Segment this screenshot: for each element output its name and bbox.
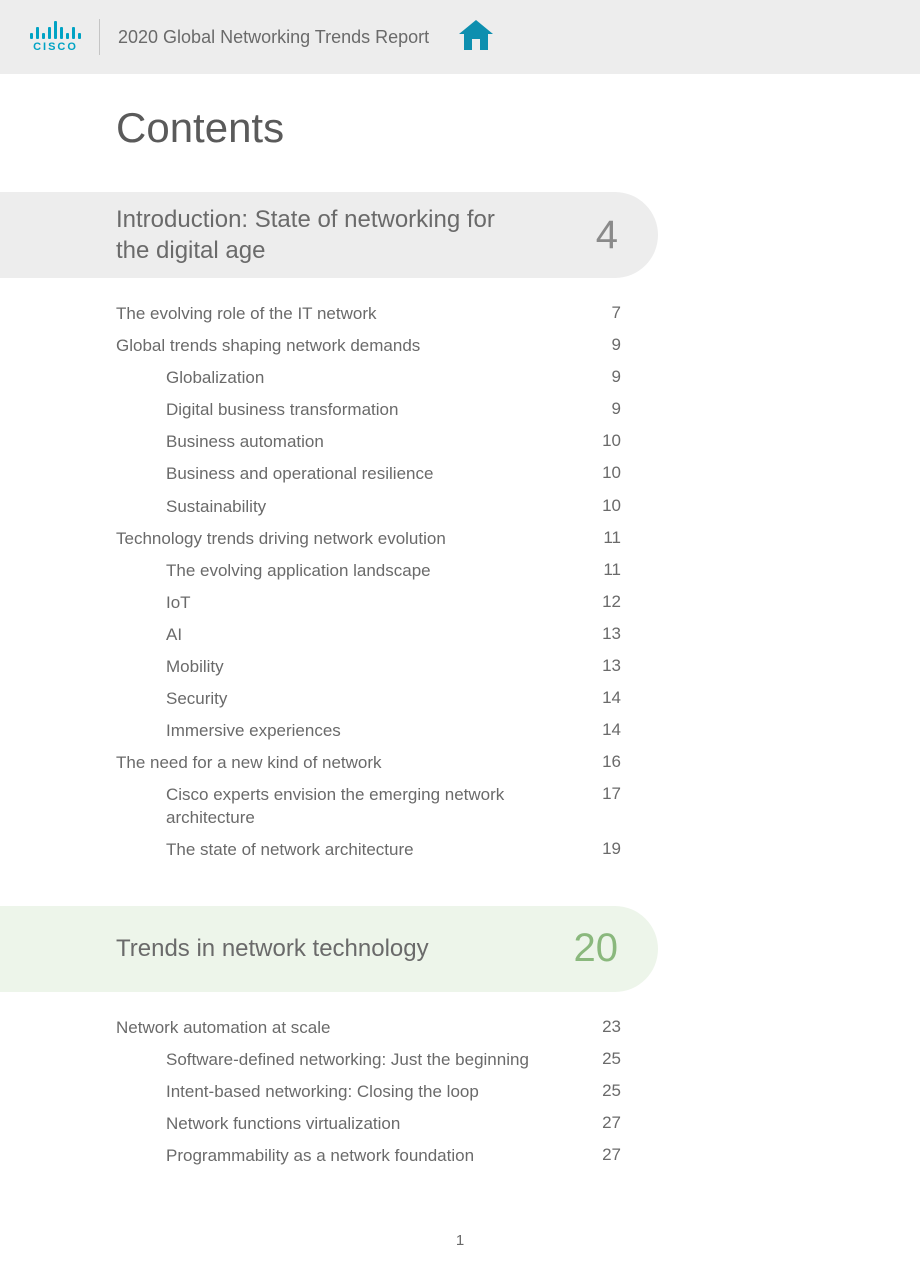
toc-entry-page: 17 bbox=[602, 784, 621, 804]
section-header-title: Trends in network technology bbox=[116, 933, 429, 964]
toc-row[interactable]: The need for a new kind of network 16 bbox=[116, 747, 621, 779]
toc-row[interactable]: The evolving application landscape 11 bbox=[116, 555, 621, 587]
cisco-logo-text: CISCO bbox=[33, 41, 78, 53]
toc-row[interactable]: Programmability as a network foundation 2… bbox=[116, 1140, 621, 1172]
toc-entry-page: 9 bbox=[612, 335, 621, 355]
toc-row[interactable]: Business and operational resilience 10 bbox=[116, 458, 621, 490]
section-header[interactable]: Trends in network technology 20 bbox=[0, 906, 658, 992]
toc-row[interactable]: Globalization 9 bbox=[116, 362, 621, 394]
toc-list: The evolving role of the IT network 7 Glob… bbox=[116, 298, 621, 866]
toc-entry-title: AI bbox=[166, 624, 182, 646]
toc-entry-page: 7 bbox=[612, 303, 621, 323]
cisco-logo-bars-icon bbox=[30, 21, 81, 39]
toc-entry-page: 25 bbox=[602, 1049, 621, 1069]
toc-row[interactable]: Cisco experts envision the emerging netw… bbox=[116, 779, 621, 833]
toc-row[interactable]: Global trends shaping network demands 9 bbox=[116, 330, 621, 362]
toc-row[interactable]: Network functions virtualization 27 bbox=[116, 1108, 621, 1140]
toc-entry-title: Software-defined networking: Just the be… bbox=[166, 1049, 529, 1071]
toc-entry-page: 14 bbox=[602, 688, 621, 708]
toc-entry-page: 14 bbox=[602, 720, 621, 740]
toc-row[interactable]: Network automation at scale 23 bbox=[116, 1012, 621, 1044]
document-header: CISCO 2020 Global Networking Trends Repo… bbox=[0, 0, 920, 74]
toc-entry-title: Sustainability bbox=[166, 496, 266, 518]
toc-entry-title: Mobility bbox=[166, 656, 224, 678]
toc-entry-title: The state of network architecture bbox=[166, 839, 414, 861]
toc-entry-page: 11 bbox=[603, 560, 621, 580]
toc-entry-title: The need for a new kind of network bbox=[116, 752, 382, 774]
toc-entry-page: 10 bbox=[602, 431, 621, 451]
toc-entry-title: Digital business transformation bbox=[166, 399, 398, 421]
toc-entry-title: IoT bbox=[166, 592, 191, 614]
toc-row[interactable]: The state of network architecture 19 bbox=[116, 834, 621, 866]
toc-row[interactable]: Security 14 bbox=[116, 683, 621, 715]
toc-entry-title: The evolving role of the IT network bbox=[116, 303, 377, 325]
toc-list: Network automation at scale 23 Software-de… bbox=[116, 1012, 621, 1172]
cisco-logo: CISCO bbox=[30, 21, 81, 53]
header-divider bbox=[99, 19, 100, 55]
toc-entry-page: 10 bbox=[602, 463, 621, 483]
toc-entry-title: Business automation bbox=[166, 431, 324, 453]
toc-entry-page: 16 bbox=[602, 752, 621, 772]
toc-entry-page: 13 bbox=[602, 656, 621, 676]
toc-row[interactable]: Sustainability 10 bbox=[116, 491, 621, 523]
content-area: Contents Introduction: State of networki… bbox=[0, 74, 920, 1172]
toc-row[interactable]: Mobility 13 bbox=[116, 651, 621, 683]
toc-entry-title: Technology trends driving network evolut… bbox=[116, 528, 446, 550]
section-header-page: 4 bbox=[596, 213, 618, 258]
toc-row[interactable]: Technology trends driving network evolut… bbox=[116, 523, 621, 555]
toc-entry-title: Immersive experiences bbox=[166, 720, 341, 742]
toc-row[interactable]: Immersive experiences 14 bbox=[116, 715, 621, 747]
toc-entry-page: 9 bbox=[612, 399, 621, 419]
toc-entry-page: 12 bbox=[602, 592, 621, 612]
toc-entry-page: 27 bbox=[602, 1113, 621, 1133]
toc-entry-title: Programmability as a network foundation bbox=[166, 1145, 474, 1167]
section-header[interactable]: Introduction: State of networking for th… bbox=[0, 192, 658, 278]
section-header-title: Introduction: State of networking for th… bbox=[116, 204, 516, 266]
toc-entry-page: 27 bbox=[602, 1145, 621, 1165]
toc-entry-page: 25 bbox=[602, 1081, 621, 1101]
contents-heading: Contents bbox=[116, 104, 860, 152]
toc-row[interactable]: Intent-based networking: Closing the loo… bbox=[116, 1076, 621, 1108]
toc-entry-title: Globalization bbox=[166, 367, 264, 389]
toc-entry-page: 9 bbox=[612, 367, 621, 387]
toc-entry-title: Global trends shaping network demands bbox=[116, 335, 420, 357]
toc-entry-page: 23 bbox=[602, 1017, 621, 1037]
toc-entry-title: Network automation at scale bbox=[116, 1017, 331, 1039]
toc-row[interactable]: AI 13 bbox=[116, 619, 621, 651]
toc-entry-title: Cisco experts envision the emerging netw… bbox=[166, 784, 546, 828]
toc-entry-title: Network functions virtualization bbox=[166, 1113, 400, 1135]
toc-row[interactable]: Digital business transformation 9 bbox=[116, 394, 621, 426]
toc-entry-page: 13 bbox=[602, 624, 621, 644]
toc-entry-title: Security bbox=[166, 688, 227, 710]
toc-entry-page: 10 bbox=[602, 496, 621, 516]
home-icon[interactable] bbox=[459, 20, 493, 55]
toc-entry-page: 19 bbox=[602, 839, 621, 859]
toc-entry-title: Business and operational resilience bbox=[166, 463, 433, 485]
toc-row[interactable]: The evolving role of the IT network 7 bbox=[116, 298, 621, 330]
toc-row[interactable]: IoT 12 bbox=[116, 587, 621, 619]
document-title: 2020 Global Networking Trends Report bbox=[118, 27, 429, 48]
toc-entry-page: 11 bbox=[603, 528, 621, 548]
toc-row[interactable]: Business automation 10 bbox=[116, 426, 621, 458]
section-header-page: 20 bbox=[574, 926, 619, 971]
page-number: 1 bbox=[0, 1232, 920, 1279]
toc-entry-title: The evolving application landscape bbox=[166, 560, 431, 582]
toc-entry-title: Intent-based networking: Closing the loo… bbox=[166, 1081, 479, 1103]
toc-row[interactable]: Software-defined networking: Just the be… bbox=[116, 1044, 621, 1076]
